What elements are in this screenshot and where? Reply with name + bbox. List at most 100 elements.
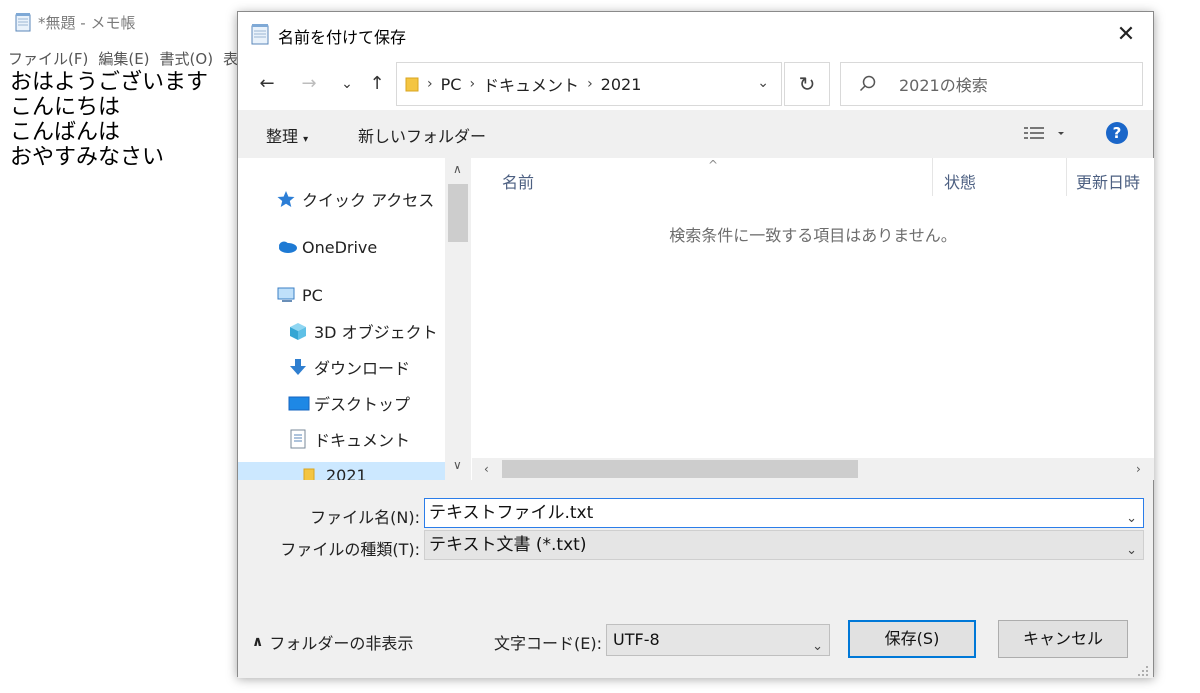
nav-item-3d-objects[interactable]: 3D オブジェクト: [288, 316, 438, 346]
nav-item-label: 3D オブジェクト: [314, 323, 438, 342]
notepad-titlebar: *無題 - メモ帳: [14, 10, 135, 34]
list-view-icon: [1024, 127, 1064, 139]
column-header-modified[interactable]: 更新日時: [1076, 169, 1140, 193]
nav-item-label: 2021: [326, 465, 367, 481]
column-header-name[interactable]: 名前: [502, 169, 534, 193]
back-arrow-icon[interactable]: ←: [254, 72, 280, 96]
breadcrumb-pc[interactable]: PC: [441, 75, 462, 94]
nav-item-label: ダウンロード: [314, 359, 411, 378]
cloud-icon: [276, 237, 297, 257]
screen: *無題 - メモ帳 ファイル(F) 編集(E) 書式(O) 表 おはようございま…: [0, 0, 1200, 693]
notepad-icon: [250, 23, 270, 45]
dialog-title: 名前を付けて保存: [278, 28, 407, 47]
organize-button[interactable]: 整理 ▾: [266, 123, 308, 147]
column-divider[interactable]: [1066, 158, 1067, 196]
nav-item-onedrive[interactable]: OneDrive: [276, 232, 377, 262]
nav-item-label: ドキュメント: [314, 431, 411, 450]
chevron-down-icon[interactable]: ⌄: [1126, 505, 1137, 533]
dialog-titlebar: 名前を付けて保存 ✕: [238, 12, 1153, 58]
nav-item-label: デスクトップ: [314, 395, 411, 414]
encoding-value: UTF-8: [613, 630, 660, 649]
notepad-icon: [14, 12, 32, 32]
column-header-status[interactable]: 状態: [944, 169, 976, 193]
nav-item-desktop[interactable]: デスクトップ: [288, 388, 410, 418]
menu-edit[interactable]: 編集(E): [98, 48, 149, 69]
breadcrumb-separator-icon[interactable]: ›: [587, 76, 593, 92]
search-icon: [859, 75, 877, 93]
address-bar[interactable]: › PC › ドキュメント › 2021 ⌄: [396, 62, 782, 106]
filename-input[interactable]: テキストファイル.txt ⌄: [424, 498, 1144, 528]
sort-ascending-icon: ^: [708, 158, 719, 172]
search-placeholder: 2021の検索: [899, 76, 988, 95]
filetype-select[interactable]: テキスト文書 (*.txt) ⌄: [424, 530, 1144, 560]
scrollbar-thumb[interactable]: [502, 460, 858, 478]
computer-icon: [276, 285, 296, 305]
address-row: ← → ⌄ ↑ › PC › ドキュメント › 2021 ⌄ ↻ 2021の検索: [238, 58, 1153, 110]
nav-item-2021[interactable]: 2021: [300, 460, 367, 480]
encoding-label: 文字コード(E):: [494, 634, 602, 653]
forward-arrow-icon[interactable]: →: [296, 72, 322, 96]
file-list-pane: ^ 名前 状態 更新日時 検索条件に一致する項目はありません。: [472, 158, 1154, 458]
cancel-button[interactable]: キャンセル: [998, 620, 1128, 658]
star-icon: [276, 189, 296, 209]
chevron-up-icon: ∧: [252, 634, 264, 650]
menu-format[interactable]: 書式(O): [160, 48, 214, 69]
save-button[interactable]: 保存(S): [848, 620, 976, 658]
hide-folders-label: フォルダーの非表示: [269, 634, 414, 653]
breadcrumb-documents[interactable]: ドキュメント: [483, 72, 579, 96]
help-icon[interactable]: ?: [1106, 122, 1128, 144]
document-icon: [288, 429, 308, 449]
resize-grip-icon[interactable]: [1137, 662, 1149, 676]
search-input[interactable]: 2021の検索: [840, 62, 1143, 106]
nav-item-label: PC: [302, 285, 323, 305]
save-as-dialog: 名前を付けて保存 ✕ ← → ⌄ ↑ › PC › ドキュメント › 2021 …: [237, 11, 1154, 678]
hide-folders-button[interactable]: ∧ フォルダーの非表示: [252, 630, 413, 654]
breadcrumb-2021[interactable]: 2021: [601, 75, 642, 94]
column-divider[interactable]: [932, 158, 933, 196]
nav-item-pc[interactable]: PC: [276, 280, 323, 310]
chevron-down-icon: ▾: [303, 134, 309, 145]
nav-item-label: OneDrive: [302, 237, 378, 257]
menu-view[interactable]: 表: [223, 48, 238, 69]
nav-item-documents[interactable]: ドキュメント: [288, 424, 410, 454]
filetype-value: テキスト文書 (*.txt): [429, 535, 587, 555]
chevron-down-icon: ⌄: [812, 639, 823, 654]
notepad-menubar: ファイル(F) 編集(E) 書式(O) 表: [8, 48, 238, 69]
up-arrow-icon[interactable]: ↑: [364, 72, 390, 96]
notepad-title: *無題 - メモ帳: [38, 13, 136, 32]
navigation-pane: クイック アクセス OneDrive PC 3D オブジェクト ダウンロード デ…: [238, 158, 472, 480]
nav-pane-scrollbar[interactable]: ∧ ∨: [445, 158, 471, 480]
desktop-icon: [288, 393, 310, 413]
scroll-right-icon[interactable]: ›: [1136, 462, 1141, 476]
encoding-select[interactable]: UTF-8 ⌄: [606, 624, 830, 656]
nav-item-downloads[interactable]: ダウンロード: [288, 352, 410, 382]
recent-locations-icon[interactable]: ⌄: [334, 72, 360, 96]
chevron-down-icon[interactable]: ⌄: [757, 75, 769, 91]
scrollbar-thumb[interactable]: [448, 184, 468, 242]
download-icon: [288, 357, 308, 377]
empty-folder-message: 検索条件に一致する項目はありません。: [669, 226, 957, 245]
scroll-down-icon[interactable]: ∨: [453, 458, 462, 472]
view-options-button[interactable]: [1022, 122, 1068, 144]
menu-file[interactable]: ファイル(F): [8, 48, 88, 69]
close-icon[interactable]: ✕: [1113, 22, 1139, 48]
filename-value: テキストファイル.txt: [429, 503, 594, 523]
save-form: ファイル名(N): テキストファイル.txt ⌄ ファイルの種類(T): テキス…: [238, 480, 1153, 678]
cube-icon: [288, 321, 308, 341]
toolbar: 整理 ▾ 新しいフォルダー ?: [238, 110, 1153, 158]
breadcrumb-separator-icon[interactable]: ›: [427, 76, 433, 92]
file-list-scrollbar[interactable]: ‹ ›: [472, 458, 1154, 480]
breadcrumb-separator-icon[interactable]: ›: [469, 76, 475, 92]
folder-icon: [405, 76, 419, 92]
nav-item-quick-access[interactable]: クイック アクセス: [276, 184, 434, 214]
new-folder-button[interactable]: 新しいフォルダー: [358, 123, 486, 147]
folder-icon: [300, 465, 320, 480]
notepad-text-area[interactable]: おはようございます こんにちは こんばんは おやすみなさい: [10, 70, 208, 170]
refresh-button[interactable]: ↻: [784, 62, 830, 106]
filename-label: ファイル名(N):: [310, 508, 420, 527]
organize-label: 整理: [266, 127, 299, 146]
nav-item-label: クイック アクセス: [302, 191, 435, 210]
scroll-up-icon[interactable]: ∧: [453, 162, 462, 176]
scroll-left-icon[interactable]: ‹: [484, 462, 489, 476]
filetype-label: ファイルの種類(T):: [280, 540, 420, 559]
